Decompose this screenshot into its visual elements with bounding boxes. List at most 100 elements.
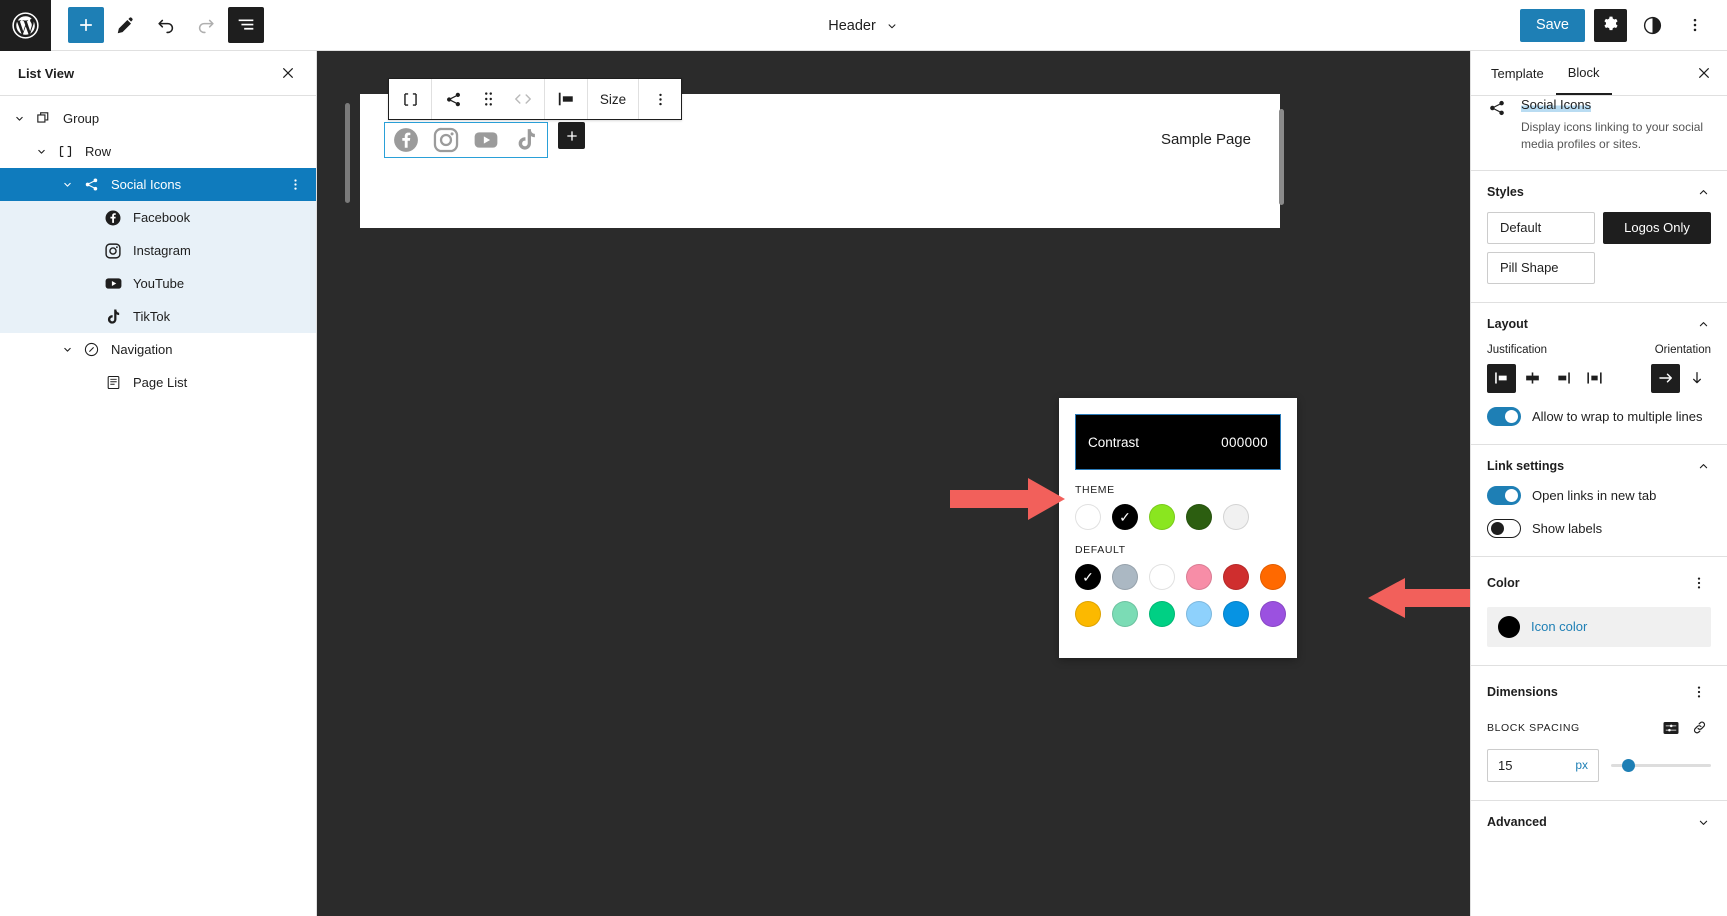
add-block-button[interactable]: [68, 7, 104, 43]
drag-handle-button[interactable]: [474, 79, 502, 119]
default-swatch-pale-cyan-blue[interactable]: [1186, 601, 1212, 627]
sides-button[interactable]: [1659, 716, 1683, 740]
list-item-options-button[interactable]: [284, 174, 306, 196]
justify-right-button[interactable]: [1549, 364, 1578, 393]
open-links-new-tab-toggle[interactable]: [1487, 486, 1521, 505]
default-swatch-cyan-bluish-gray[interactable]: [1112, 564, 1138, 590]
list-view-button[interactable]: [228, 7, 264, 43]
link-settings-header[interactable]: Link settings: [1487, 459, 1711, 474]
block-spacing-unit[interactable]: px: [1575, 758, 1588, 772]
style-default-button[interactable]: Default: [1487, 212, 1595, 244]
block-toolbar-align-segment: [544, 79, 587, 119]
block-spacing-field[interactable]: px: [1487, 749, 1599, 782]
default-swatch-black[interactable]: ✓: [1075, 564, 1101, 590]
default-swatch-luminous-vivid-amber[interactable]: [1075, 601, 1101, 627]
parent-row-block-button[interactable]: [389, 79, 431, 119]
move-arrows-button[interactable]: [502, 79, 544, 119]
edit-tool-button[interactable]: [108, 7, 144, 43]
block-toolbar-parent-segment: [389, 79, 431, 119]
default-swatches: ✓: [1075, 564, 1281, 627]
move-left-right-icon: [511, 90, 535, 108]
theme-swatch-dark-green[interactable]: [1186, 504, 1212, 530]
theme-swatch-lime[interactable]: [1149, 504, 1175, 530]
show-labels-toggle[interactable]: [1487, 519, 1521, 538]
default-swatch-pale-pink[interactable]: [1186, 564, 1212, 590]
list-item-tiktok[interactable]: TikTok: [0, 300, 316, 333]
theme-swatch-white[interactable]: [1075, 504, 1101, 530]
block-spacing-input[interactable]: [1498, 758, 1558, 773]
canvas-add-block-button[interactable]: [558, 122, 585, 149]
size-button[interactable]: Size: [588, 79, 638, 119]
theme-swatch-contrast[interactable]: ✓: [1112, 504, 1138, 530]
list-item-social-icons[interactable]: Social Icons: [0, 168, 316, 201]
color-options-button[interactable]: [1687, 571, 1711, 595]
social-icons-block[interactable]: [384, 122, 548, 158]
chevron-down-icon[interactable]: [8, 112, 30, 125]
justify-center-button[interactable]: [1518, 364, 1547, 393]
theme-swatch-off-white[interactable]: [1223, 504, 1249, 530]
dimensions-section-header: Dimensions: [1487, 680, 1711, 704]
wordpress-logo-icon[interactable]: [0, 0, 51, 51]
list-item-instagram[interactable]: Instagram: [0, 234, 316, 267]
align-button[interactable]: [545, 79, 587, 119]
close-list-view-button[interactable]: [274, 59, 302, 87]
list-item-group[interactable]: Group: [0, 102, 316, 135]
default-swatch-vivid-purple[interactable]: [1260, 601, 1286, 627]
dimensions-options-button[interactable]: [1687, 680, 1711, 704]
link-sides-button[interactable]: [1687, 716, 1711, 740]
default-swatch-vivid-green-cyan[interactable]: [1149, 601, 1175, 627]
save-button[interactable]: Save: [1520, 9, 1585, 42]
group-block-icon: [30, 110, 56, 127]
share-icon: [444, 90, 463, 109]
block-more-options-button[interactable]: [639, 79, 681, 119]
chevron-down-icon[interactable]: [30, 145, 52, 158]
close-inspector-button[interactable]: [1689, 58, 1719, 88]
orientation-horizontal-button[interactable]: [1651, 364, 1680, 393]
allow-wrap-toggle[interactable]: [1487, 407, 1521, 426]
justify-left-button[interactable]: [1487, 364, 1516, 393]
block-spacing-slider[interactable]: [1611, 755, 1711, 775]
list-item-youtube[interactable]: YouTube: [0, 267, 316, 300]
canvas-left-scrollbar[interactable]: [345, 103, 350, 203]
tab-template[interactable]: Template: [1479, 51, 1556, 95]
drag-dots-icon: [482, 90, 495, 108]
layout-section-header[interactable]: Layout: [1487, 317, 1711, 332]
canvas-right-scrollbar[interactable]: [1279, 109, 1284, 205]
orientation-vertical-button[interactable]: [1682, 364, 1711, 393]
justify-space-between-button[interactable]: [1580, 364, 1609, 393]
nav-page-link[interactable]: Sample Page: [1161, 131, 1251, 148]
default-swatch-vivid-red[interactable]: [1223, 564, 1249, 590]
show-labels-label: Show labels: [1532, 521, 1602, 536]
redo-button[interactable]: [188, 7, 224, 43]
list-item-navigation[interactable]: Navigation: [0, 333, 316, 366]
chevron-down-icon[interactable]: [56, 343, 78, 356]
undo-button[interactable]: [148, 7, 184, 43]
list-view-header: List View: [0, 51, 316, 96]
icon-color-row[interactable]: Icon color: [1487, 607, 1711, 647]
instagram-icon: [100, 242, 126, 260]
document-title-button[interactable]: Header: [820, 14, 907, 38]
list-item-page-list[interactable]: Page List: [0, 366, 316, 399]
more-options-button[interactable]: [1678, 9, 1711, 42]
tab-block[interactable]: Block: [1556, 51, 1612, 95]
icon-color-swatch[interactable]: [1498, 616, 1520, 638]
style-logos-only-button[interactable]: Logos Only: [1603, 212, 1711, 244]
settings-gear-button[interactable]: [1594, 9, 1627, 42]
default-swatch-white[interactable]: [1149, 564, 1175, 590]
color-preview[interactable]: Contrast 000000: [1075, 414, 1281, 470]
slider-thumb[interactable]: [1622, 759, 1635, 772]
default-swatch-vivid-cyan-blue[interactable]: [1223, 601, 1249, 627]
list-item-row[interactable]: Row: [0, 135, 316, 168]
style-pill-shape-button[interactable]: Pill Shape: [1487, 252, 1595, 284]
styles-section-header[interactable]: Styles: [1487, 185, 1711, 200]
check-icon: ✓: [1119, 510, 1131, 524]
styles-button[interactable]: [1636, 9, 1669, 42]
default-swatch-light-green-cyan[interactable]: [1112, 601, 1138, 627]
social-icons-block-button[interactable]: [432, 79, 474, 119]
chevron-down-icon[interactable]: [56, 178, 78, 191]
list-item-facebook[interactable]: Facebook: [0, 201, 316, 234]
advanced-section-header[interactable]: Advanced: [1471, 801, 1727, 844]
instagram-icon: [433, 127, 459, 153]
default-swatch-luminous-vivid-orange[interactable]: [1260, 564, 1286, 590]
list-item-label: Navigation: [104, 342, 172, 357]
